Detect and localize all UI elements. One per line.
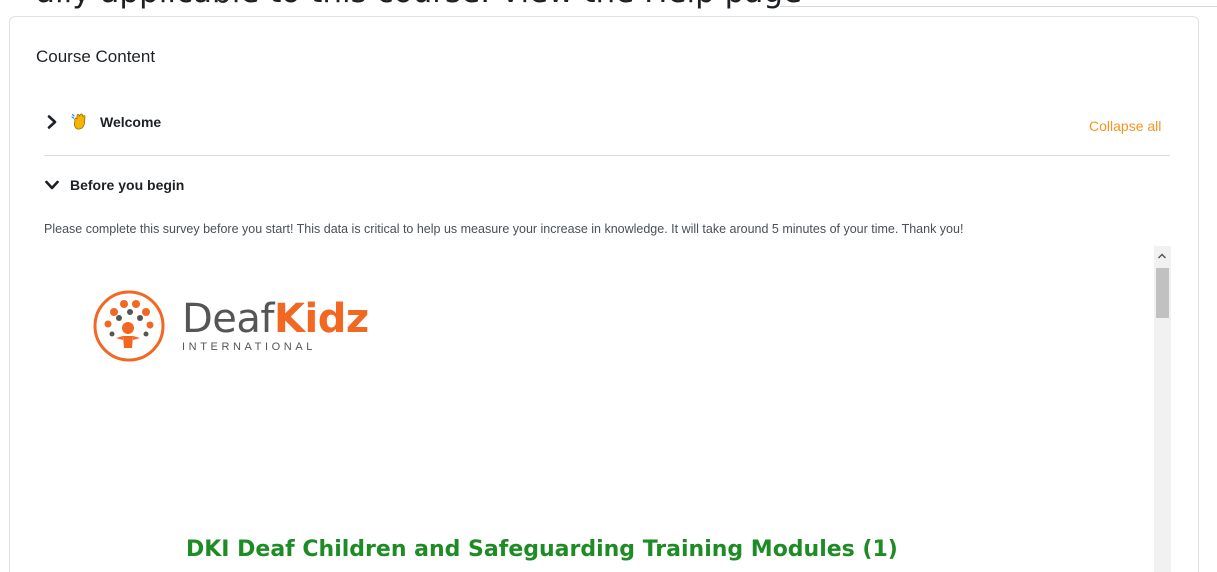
section-divider [44,155,1170,156]
top-divider [780,6,1217,7]
embed-scroll-thumb[interactable] [1156,268,1169,318]
logo-subtitle: INTERNATIONAL [182,341,316,353]
course-content-title: Course Content [36,47,156,66]
tree-of-hands-logo-icon [92,288,172,364]
logo-wordmark: DeafKidz [182,299,369,339]
section-intro-text: Please complete this survey before you s… [44,222,964,236]
chevron-right-icon [44,114,60,130]
deafkidz-logo: DeafKidz INTERNATIONAL [92,288,369,364]
logo-word-deaf: Deaf [182,296,275,342]
page-top-text: ally applicable to this course. View the… [36,0,802,10]
survey-title: DKI Deaf Children and Safeguarding Train… [186,537,898,562]
section-welcome-toggle[interactable]: Welcome [44,112,161,132]
waving-hand-icon [70,112,90,132]
chevron-down-icon [44,177,60,193]
logo-word-kidz: Kidz [274,296,369,342]
section-before-you-begin-toggle[interactable]: Before you begin [44,177,184,193]
section-label-welcome: Welcome [100,114,162,130]
collapse-all-link[interactable]: Collapse all [1089,118,1161,134]
scroll-up-arrow-icon[interactable] [1156,249,1168,261]
section-label-before-you-begin: Before you begin [70,177,185,193]
